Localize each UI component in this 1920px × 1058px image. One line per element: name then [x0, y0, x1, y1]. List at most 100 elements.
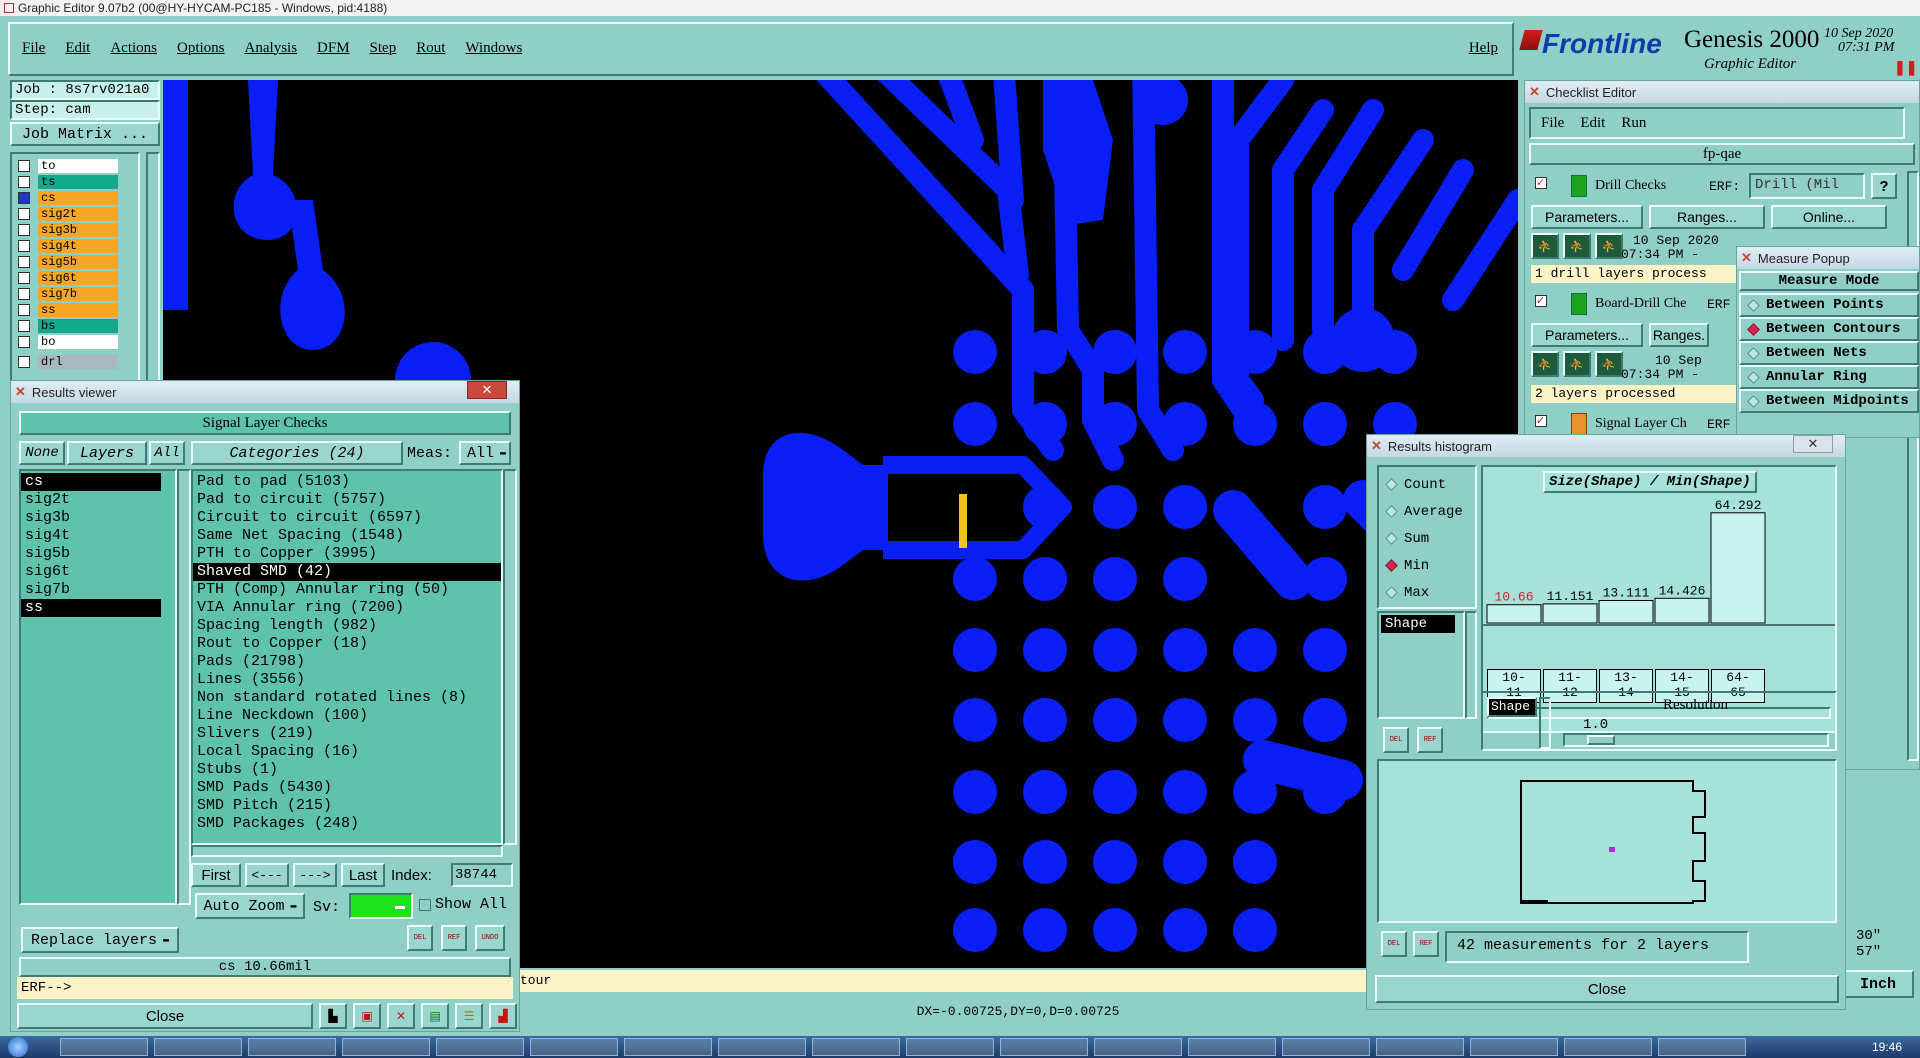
hist-del-button[interactable]: DEL	[1383, 727, 1409, 753]
category-item[interactable]: Same Net Spacing (1548)	[193, 527, 501, 545]
category-scrollbar[interactable]	[503, 469, 517, 845]
next-button[interactable]: --->	[293, 863, 337, 887]
check-item-1-help-button[interactable]: ?	[1871, 173, 1897, 199]
layer-results-list[interactable]: cs sig2t sig3b sig4t sig5b sig6t sig7b ss	[19, 469, 177, 905]
stat-option-count[interactable]: Count	[1379, 471, 1475, 498]
taskbar-button[interactable]	[1564, 1038, 1652, 1056]
histogram-bar[interactable]	[1654, 597, 1710, 624]
taskbar-button[interactable]	[1188, 1038, 1276, 1056]
histogram-close-icon[interactable]: ✕	[1793, 435, 1833, 453]
menu-analysis[interactable]: Analysis	[245, 40, 298, 57]
histogram-icon[interactable]: ▟	[489, 1003, 517, 1029]
layer-checkbox[interactable]	[18, 208, 30, 220]
taskbar-button[interactable]	[812, 1038, 900, 1056]
prev-button[interactable]: <---	[245, 863, 289, 887]
results-viewer-close-icon[interactable]: ✕	[467, 381, 507, 399]
layer-row-ts[interactable]: ts	[12, 174, 138, 190]
run-icon[interactable]: ⛹	[1595, 351, 1623, 377]
index-field[interactable]: 38744	[451, 863, 513, 887]
layer-checkbox[interactable]	[18, 256, 30, 268]
checklist-menu-file[interactable]: File	[1541, 115, 1564, 132]
measure-mode-option[interactable]: Between Points	[1739, 293, 1919, 317]
taskbar-button[interactable]	[718, 1038, 806, 1056]
layer-row-sig5b[interactable]: sig5b	[12, 254, 138, 270]
category-item[interactable]: Rout to Copper (18)	[193, 635, 501, 653]
category-item[interactable]: Non standard rotated lines (8)	[193, 689, 501, 707]
run-icon[interactable]: ⛹	[1563, 233, 1591, 259]
category-item[interactable]: Slivers (219)	[193, 725, 501, 743]
menu-dfm[interactable]: DFM	[317, 40, 350, 57]
last-button[interactable]: Last	[341, 863, 385, 887]
layer-checkbox[interactable]	[18, 192, 30, 204]
run-icon[interactable]: ⛹	[1531, 233, 1559, 259]
layer-checkbox[interactable]	[18, 320, 30, 332]
category-item[interactable]: Pad to pad (5103)	[193, 473, 501, 491]
measure-mode-option[interactable]: Between Midpoints	[1739, 389, 1919, 413]
rv-layer-item[interactable]: sig5b	[21, 545, 161, 563]
menu-help[interactable]: Help	[1469, 40, 1498, 57]
resolution-scrollbar[interactable]	[1539, 697, 1551, 749]
category-item[interactable]: Line Neckdown (100)	[193, 707, 501, 725]
layer-checkbox[interactable]	[18, 288, 30, 300]
check-item-2-checkbox[interactable]: ✓	[1535, 295, 1547, 307]
footer-ref-button[interactable]: REF	[1413, 931, 1439, 957]
rv-layer-item[interactable]: sig4t	[21, 527, 161, 545]
stat-option-max[interactable]: Max	[1379, 579, 1475, 606]
category-item[interactable]: SMD Pitch (215)	[193, 797, 501, 815]
first-button[interactable]: First	[191, 863, 241, 887]
categories-button[interactable]: Categories (24)	[191, 441, 403, 465]
taskbar-button[interactable]	[530, 1038, 618, 1056]
category-item[interactable]: VIA Annular ring (7200)	[193, 599, 501, 617]
histogram-bar[interactable]	[1710, 512, 1766, 624]
shape-list-scrollbar[interactable]	[1465, 611, 1477, 719]
start-icon[interactable]	[8, 1037, 28, 1057]
checklist-menu-run[interactable]: Run	[1621, 115, 1646, 132]
check-item-2-ranges-button[interactable]: Ranges.	[1649, 323, 1709, 347]
layer-checkbox[interactable]	[18, 356, 30, 368]
undo-button[interactable]: UNDO	[475, 925, 505, 951]
report-icon[interactable]: ▤	[421, 1003, 449, 1029]
stat-option-average[interactable]: Average	[1379, 498, 1475, 525]
replace-layers-select[interactable]: Replace layers ▬	[21, 927, 179, 953]
layers-button[interactable]: Layers	[67, 441, 147, 465]
menu-file[interactable]: File	[22, 40, 45, 57]
histogram-bar[interactable]	[1598, 600, 1654, 624]
menu-actions[interactable]: Actions	[110, 40, 157, 57]
check-item-1-erf-field[interactable]: Drill (Mil	[1749, 173, 1865, 199]
show-all-checkbox[interactable]	[419, 899, 431, 911]
layer-row-sig2t[interactable]: sig2t	[12, 206, 138, 222]
cross-icon[interactable]: ✕	[387, 1003, 415, 1029]
histogram-bar[interactable]	[1542, 603, 1598, 624]
menu-windows[interactable]: Windows	[465, 40, 522, 57]
chart-icon[interactable]: ▙	[319, 1003, 347, 1029]
check-item-1-checkbox[interactable]: ✓	[1535, 177, 1547, 189]
layer-row-bs[interactable]: bs	[12, 318, 138, 334]
rv-layer-item[interactable]: sig2t	[21, 491, 161, 509]
layer-list-scrollbar[interactable]	[146, 152, 160, 388]
check-item-2-params-button[interactable]: Parameters...	[1531, 323, 1643, 347]
category-item[interactable]: Spacing length (982)	[193, 617, 501, 635]
layer-row-sig3b[interactable]: sig3b	[12, 222, 138, 238]
category-list[interactable]: Pad to pad (5103) Pad to circuit (5757) Ci…	[191, 469, 503, 845]
measure-mode-option[interactable]: Between Nets	[1739, 341, 1919, 365]
resolution-slider[interactable]	[1563, 733, 1829, 747]
measure-mode-option[interactable]: Annular Ring	[1739, 365, 1919, 389]
category-item[interactable]: SMD Packages (248)	[193, 815, 501, 833]
layer-checkbox[interactable]	[18, 176, 30, 188]
footer-del-button[interactable]: DEL	[1381, 931, 1407, 957]
none-button[interactable]: None	[19, 441, 65, 465]
layer-row-sig7b[interactable]: sig7b	[12, 286, 138, 302]
layer-checkbox[interactable]	[18, 336, 30, 348]
category-item[interactable]: PTH (Comp) Annular ring (50)	[193, 581, 501, 599]
film-icon[interactable]: ▣	[353, 1003, 381, 1029]
taskbar-button[interactable]	[1282, 1038, 1370, 1056]
erf-prompt[interactable]: ERF-->	[17, 977, 513, 999]
severity-select[interactable]: ▬	[349, 893, 413, 919]
taskbar-button[interactable]	[154, 1038, 242, 1056]
rv-layer-item[interactable]: sig6t	[21, 563, 161, 581]
layer-results-scrollbar[interactable]	[177, 469, 191, 905]
category-item[interactable]: Pads (21798)	[193, 653, 501, 671]
meas-select[interactable]: All ▬	[459, 441, 511, 465]
stat-option-min[interactable]: Min	[1379, 552, 1475, 579]
del-button[interactable]: DEL	[407, 925, 433, 951]
